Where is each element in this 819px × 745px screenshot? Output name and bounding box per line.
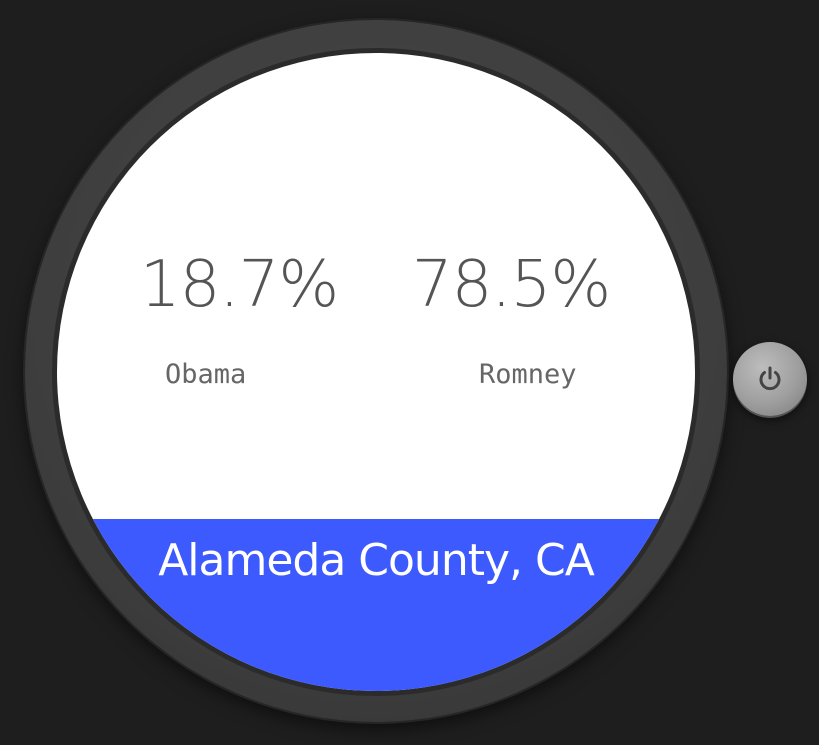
romney-percentage: 78.5% <box>411 248 611 322</box>
obama-percentage: 18.7% <box>139 248 339 322</box>
obama-label: Obama <box>165 359 247 390</box>
watch-screen: 18.7% 78.5% Obama Romney Alameda County,… <box>57 53 695 691</box>
location-title: Alameda County, CA <box>158 535 595 586</box>
emulator-stage: 18.7% 78.5% Obama Romney Alameda County,… <box>0 0 819 745</box>
power-icon <box>759 366 781 391</box>
power-button[interactable] <box>733 342 807 416</box>
location-banner: Alameda County, CA <box>57 519 695 691</box>
romney-label: Romney <box>479 359 577 390</box>
